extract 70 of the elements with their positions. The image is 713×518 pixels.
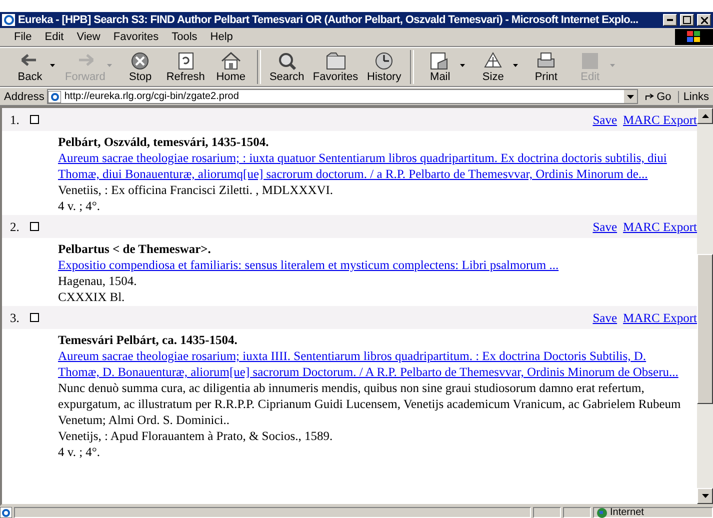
record-detail: Venetiis, : Ex officina Francisci Ziletti. , MDLXXXVI.: [58, 182, 334, 198]
go-button[interactable]: Go: [640, 90, 676, 102]
menu-item[interactable]: View: [70, 31, 106, 43]
action-link[interactable]: MARC Export: [623, 310, 697, 326]
dropdown-arrow-icon[interactable]: [50, 64, 55, 67]
checkbox[interactable]: [30, 313, 39, 322]
dropdown-arrow-icon[interactable]: [460, 64, 466, 67]
action-link[interactable]: Save: [592, 310, 618, 326]
record-heading: Temesvári Pelbárt, ca. 1435-1504.: [58, 332, 238, 348]
dropdown-arrow-icon[interactable]: [513, 64, 518, 67]
title-link[interactable]: Expositio compendiosa et familiaris: sensus literalem et mysticum complectens: Libri psalmorum ...: [58, 257, 689, 273]
record-number: 1.: [10, 112, 20, 128]
dropdown-arrow-icon[interactable]: [626, 94, 634, 98]
address-label: Address: [4, 90, 44, 102]
home-icon: [218, 51, 243, 71]
action-link[interactable]: Save: [592, 218, 618, 234]
checkbox[interactable]: [30, 222, 39, 231]
address-field[interactable]: http://eureka.rlg.org/cgi-bin/zgate2.prod: [47, 89, 638, 104]
go-arrow-icon: [644, 92, 655, 101]
checkbox[interactable]: [30, 115, 39, 124]
page-icon: [48, 90, 62, 102]
toolbar-button[interactable]: Size: [471, 50, 516, 84]
minimize-button[interactable]: [663, 14, 677, 26]
record-number: 2.: [10, 218, 20, 234]
page-icon: [0, 507, 12, 518]
record-heading: Pelbartus < de Themeswar>.: [58, 241, 212, 257]
minimize-icon: [667, 19, 673, 21]
title-link[interactable]: Aureum sacrae theologiae rosarium; : iuxta quatuor Sententiarum libros quadripartitum. Ex doctrina doctoris subtilis, diui Thomæ, diui Bonauenturæ, aliorumq[ue] sacrorum doctorum. / a R.P. Pelbarto de Themesvvar, Ordinis Minorum de...: [58, 150, 689, 182]
note-text: Nunc denuò summa cura, ac diligentia ab innumeris mendis, quibus non sine graui studiosorum damno erat refertum, expurgatum, ac illustratum per R.R.P.P. Ciprianum Guidi Lucensem, Venetijs academicum Vranicum, ac Gabrielem Rubeum Venetum; Almi Ord. S. Dominici..: [58, 381, 681, 427]
globe-icon: [597, 508, 607, 518]
record-detail: Hagenau, 1504.: [58, 273, 138, 289]
toolbar-button[interactable]: Refresh: [162, 50, 209, 84]
close-icon: [700, 16, 708, 24]
folder-icon: [324, 51, 348, 71]
zone-label: Internet: [610, 507, 644, 518]
windows-logo-icon: [675, 29, 713, 45]
action-link[interactable]: MARC Export: [623, 218, 697, 234]
record-detail: Venetijs, : Apud Florauantem à Prato, & Socios., 1589.: [58, 428, 334, 444]
links-button[interactable]: Links: [678, 90, 713, 102]
toolbar-button[interactable]: History: [362, 50, 406, 84]
restore-button[interactable]: [680, 14, 694, 26]
menu-item[interactable]: Edit: [38, 31, 70, 43]
close-button[interactable]: [697, 14, 711, 26]
status-pane: [533, 507, 561, 518]
toolbar-button[interactable]: Search: [264, 50, 309, 84]
record-detail: CXXXIX Bl.: [58, 289, 126, 305]
action-link[interactable]: MARC Export: [623, 112, 697, 128]
toolbar-button[interactable]: Stop: [118, 50, 162, 84]
menu-item[interactable]: Tools: [166, 31, 204, 43]
menu-item[interactable]: Favorites: [107, 31, 165, 43]
action-link[interactable]: Save: [592, 112, 618, 128]
menu-item[interactable]: Help: [204, 31, 239, 43]
record-detail: 4 v. ; 4°.: [58, 198, 102, 214]
toolbar-button[interactable]: Print: [524, 50, 568, 84]
status-pane: [563, 507, 591, 518]
title-link[interactable]: Aureum sacrae theologiae rosarium; iuxta IIII. Sententiarum libros quadripartitum. : Ex doctrina Doctoris Subtilis, D. Thomæ, D. Bonauenturæ, aliorum[ue] sacrorum Doctorum. / A R.P. Pelbarto de Themesvvar, Ordinis Minorum de Obseru...: [58, 348, 689, 380]
window-title: Eureka - [HPB] Search S3: FIND Author Pelbart Temesvari OR (Author Pelbart, Oszvald Temesvari) - Microsoft Internet Explo...: [18, 14, 640, 26]
browser-logo-icon: [2, 14, 15, 26]
record-detail: 4 v. ; 4°.: [58, 444, 102, 460]
toolbar-button[interactable]: Back: [8, 50, 52, 84]
toolbar-button[interactable]: Home: [208, 50, 253, 84]
record-heading: Pelbárt, Oszváld, temesvári, 1435-1504.: [58, 134, 270, 150]
scroll-down-icon[interactable]: [702, 494, 708, 498]
toolbar-button[interactable]: Mail: [418, 50, 462, 84]
record-number: 3.: [10, 310, 20, 326]
menu-item[interactable]: File: [8, 31, 38, 43]
restore-icon: [683, 16, 691, 24]
scrollbar[interactable]: [697, 108, 713, 504]
scroll-up-icon[interactable]: [702, 114, 708, 118]
toolbar-button[interactable]: Favorites: [308, 50, 362, 84]
